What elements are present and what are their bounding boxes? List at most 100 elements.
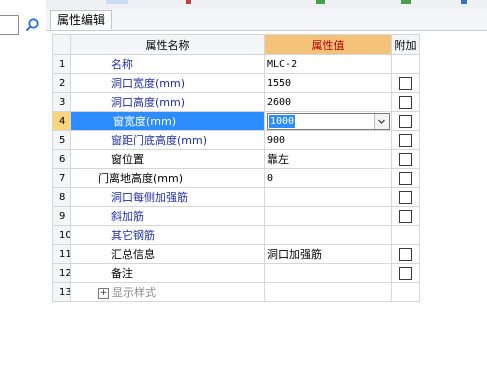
search-button[interactable] [21,14,43,36]
extra-checkbox[interactable] [399,247,412,261]
grid-row[interactable]: 4 窗宽度(mm) 1000 [52,111,420,131]
extra-cell [391,73,420,93]
grid-row[interactable]: 7 门离地高度(mm) 0 [52,168,420,188]
grid-row[interactable]: 2 洞口宽度(mm) 1550 [52,73,420,93]
grid-row[interactable]: 1 名称 MLC-2 [52,54,420,74]
row-index[interactable]: 6 [52,149,71,169]
property-name-label: 洞口每侧加强筋 [111,191,188,204]
extra-checkbox[interactable] [399,209,412,223]
corner-cell [52,34,71,55]
property-name-cell[interactable]: 汇总信息 [70,244,265,264]
extra-checkbox[interactable] [399,190,412,204]
property-value-text: 靠左 [267,153,289,166]
row-index[interactable]: 13 [52,282,71,302]
tab-property-edit[interactable]: 属性编辑 [50,10,113,30]
property-name-label: 显示样式 [112,286,156,299]
extra-cell[interactable] [391,54,420,74]
property-value-cell[interactable] [264,282,392,302]
extra-checkbox[interactable] [399,266,412,280]
property-value-cell[interactable]: 靠左 [264,149,392,169]
extra-checkbox[interactable] [399,133,412,147]
property-value-cell[interactable]: 1000 [264,111,392,131]
grid-row[interactable]: 3 洞口高度(mm) 2600 [52,92,420,112]
row-index[interactable]: 8 [52,187,71,207]
extra-cell[interactable] [391,282,420,302]
extra-cell [391,263,420,283]
grid-row[interactable]: 10 其它钢筋 [52,225,420,245]
property-name-cell[interactable]: 窗位置 [70,149,265,169]
chevron-down-icon [378,119,385,124]
extra-cell [391,130,420,150]
value-editor-combobox[interactable]: 1000 [267,112,390,130]
extra-checkbox[interactable] [399,95,412,109]
property-value-cell[interactable] [264,187,392,207]
column-header-name[interactable]: 属性名称 [70,34,265,55]
extra-checkbox[interactable] [399,76,412,90]
property-name-label: 汇总信息 [111,248,155,261]
property-name-label: 其它钢筋 [111,229,155,242]
extra-checkbox[interactable] [399,114,412,128]
property-value-cell[interactable]: 900 [264,130,392,150]
property-name-cell[interactable]: + 显示样式 [70,282,265,302]
property-name-cell[interactable]: 备注 [70,263,265,283]
search-input[interactable] [0,15,19,35]
property-name-label: 门离地高度(mm) [98,172,184,185]
plus-icon[interactable]: + [98,287,109,299]
row-index[interactable]: 7 [52,168,71,188]
property-name-cell[interactable]: 窗距门底高度(mm) [70,130,265,150]
property-name-cell[interactable]: 洞口每侧加强筋 [70,187,265,207]
property-name-cell[interactable]: 洞口高度(mm) [70,92,265,112]
extra-cell [391,168,420,188]
extra-checkbox[interactable] [399,171,412,185]
property-name-cell[interactable]: 洞口宽度(mm) [70,73,265,93]
grid-row[interactable]: 13 + 显示样式 [52,282,420,302]
property-value-cell[interactable]: 1550 [264,73,392,93]
row-index[interactable]: 5 [52,130,71,150]
row-index[interactable]: 10 [52,225,71,245]
grid-row[interactable]: 11 汇总信息 洞口加强筋 [52,244,420,264]
row-index[interactable]: 1 [52,54,71,74]
row-index[interactable]: 11 [52,244,71,264]
property-name-cell[interactable]: 窗宽度(mm) [70,111,265,131]
property-name-cell[interactable]: 门离地高度(mm) [70,168,265,188]
toolbar-fragment [106,0,128,4]
property-value-cell[interactable]: 洞口加强筋 [264,244,392,264]
row-index[interactable]: 3 [52,92,71,112]
left-panel [0,0,46,375]
grid-row[interactable]: 6 窗位置 靠左 [52,149,420,169]
property-value-cell[interactable] [264,225,392,245]
property-value-cell[interactable] [264,206,392,226]
tab-bar: 属性编辑 [46,9,487,31]
toolbar-fragment [186,0,191,4]
property-value-cell[interactable]: 0 [264,168,392,188]
property-value-text: 洞口加强筋 [267,248,322,261]
grid-row[interactable]: 9 斜加筋 [52,206,420,226]
row-index[interactable]: 4 [52,111,71,131]
column-header-value[interactable]: 属性值 [264,34,392,55]
column-header-extra[interactable]: 附加 [391,34,420,55]
row-index[interactable]: 12 [52,263,71,283]
property-name-cell[interactable]: 名称 [70,54,265,74]
property-name-label: 备注 [111,267,133,280]
search-icon [25,18,39,32]
row-index[interactable]: 2 [52,73,71,93]
row-index[interactable]: 9 [52,206,71,226]
property-name-label: 洞口宽度(mm) [111,77,186,90]
property-name-label: 名称 [111,58,133,71]
property-name-cell[interactable]: 斜加筋 [70,206,265,226]
property-value-cell[interactable]: MLC-2 [264,54,392,74]
extra-cell[interactable] [391,225,420,245]
property-value-text: 1550 [267,77,292,89]
extra-checkbox[interactable] [399,152,412,166]
extra-cell [391,206,420,226]
grid-row[interactable]: 5 窗距门底高度(mm) 900 [52,130,420,150]
grid-row[interactable]: 12 备注 [52,263,420,283]
grid-header-row: 属性名称 属性值 附加 [52,34,420,55]
value-editor-text[interactable]: 1000 [269,114,296,128]
dropdown-button[interactable] [374,113,389,129]
grid-row[interactable]: 8 洞口每侧加强筋 [52,187,420,207]
property-value-cell[interactable] [264,263,392,283]
property-value-cell[interactable]: 2600 [264,92,392,112]
property-name-label: 窗距门底高度(mm) [111,134,208,147]
property-name-cell[interactable]: 其它钢筋 [70,225,265,245]
